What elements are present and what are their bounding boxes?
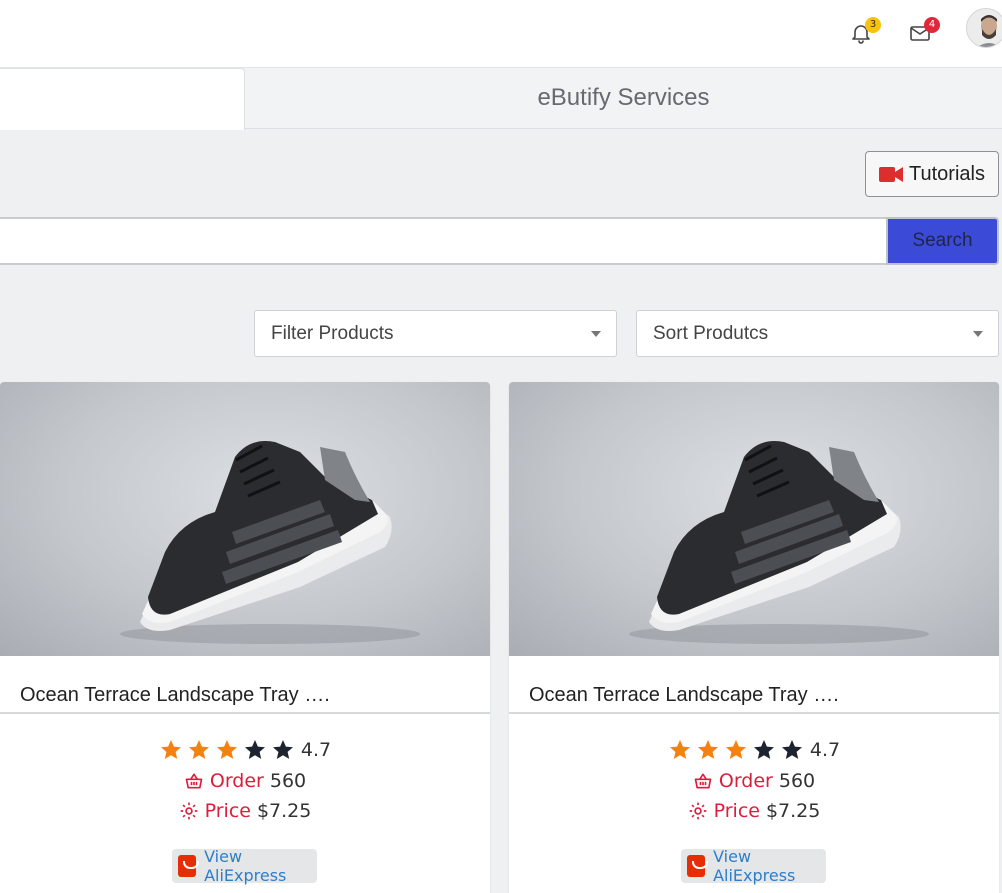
product-card[interactable]: Ocean Terrace Landscape Tray …. 4.7 Orde… — [0, 382, 490, 893]
price-row: Price $7.25 — [509, 800, 999, 822]
basket-icon — [694, 773, 712, 789]
price-value: $7.25 — [765, 800, 821, 822]
view-aliexpress-label: View AliExpress — [713, 847, 796, 885]
product-image[interactable] — [509, 382, 999, 656]
star-empty-icon — [780, 738, 806, 762]
messages-button[interactable]: 4 — [905, 17, 940, 48]
order-row: Order 560 — [509, 770, 999, 792]
tutorials-button[interactable]: Tutorials — [865, 151, 999, 197]
gear-icon — [180, 802, 197, 820]
chevron-down-icon — [591, 331, 601, 337]
order-label: Order — [718, 770, 773, 792]
price-label: Price — [713, 800, 760, 822]
rating-row: 4.7 — [0, 738, 490, 762]
star-filled-icon — [696, 738, 722, 762]
star-filled-icon — [215, 738, 241, 762]
order-value: 560 — [269, 770, 307, 792]
rating-value: 4.7 — [300, 739, 332, 761]
price-value: $7.25 — [256, 800, 312, 822]
view-aliexpress-label: View AliExpress — [204, 847, 287, 885]
filter-products-select[interactable]: Filter Products — [254, 310, 617, 357]
sort-products-label: Sort Produtcs — [653, 322, 769, 344]
sort-products-select[interactable]: Sort Produtcs — [636, 310, 999, 357]
chevron-down-icon — [973, 331, 983, 337]
gear-icon — [689, 802, 706, 820]
product-card[interactable]: Ocean Terrace Landscape Tray …. 4.7 Orde… — [509, 382, 999, 893]
basket-icon — [185, 773, 203, 789]
filter-products-label: Filter Products — [271, 322, 394, 344]
star-filled-icon — [668, 738, 694, 762]
notifications-button[interactable]: 3 — [846, 17, 881, 48]
tab-active[interactable] — [0, 68, 245, 130]
product-title[interactable]: Ocean Terrace Landscape Tray …. — [20, 684, 330, 707]
star-filled-icon — [724, 738, 750, 762]
rating-row: 4.7 — [509, 738, 999, 762]
view-aliexpress-button[interactable]: View AliExpress — [172, 847, 317, 885]
star-empty-icon — [271, 738, 297, 762]
star-empty-icon — [243, 738, 269, 762]
rating-value: 4.7 — [809, 739, 841, 761]
avatar[interactable] — [966, 8, 1002, 48]
service-tabs: eButify Services — [0, 68, 1002, 130]
sneaker-image — [120, 441, 420, 644]
user-avatar-icon — [967, 9, 1002, 47]
order-row: Order 560 — [0, 770, 490, 792]
search-button[interactable]: Search — [886, 217, 999, 265]
order-value: 560 — [778, 770, 816, 792]
messages-badge: 4 — [924, 17, 940, 33]
product-image[interactable] — [0, 382, 490, 656]
video-camera-icon — [879, 166, 904, 182]
view-aliexpress-button[interactable]: View AliExpress — [681, 847, 826, 885]
tutorials-label: Tutorials — [909, 162, 985, 185]
divider — [509, 712, 999, 714]
aliexpress-logo-icon — [178, 855, 200, 877]
price-row: Price $7.25 — [0, 800, 490, 822]
star-empty-icon — [752, 738, 778, 762]
product-title[interactable]: Ocean Terrace Landscape Tray …. — [529, 684, 839, 707]
star-filled-icon — [187, 738, 213, 762]
price-label: Price — [204, 800, 251, 822]
top-navbar: 3 4 — [0, 0, 1002, 68]
tab-ebutify-services[interactable]: eButify Services — [245, 68, 1002, 129]
sneaker-image — [629, 441, 929, 644]
notifications-badge: 3 — [865, 17, 881, 33]
order-label: Order — [209, 770, 264, 792]
divider — [0, 712, 490, 714]
search-input[interactable] — [0, 217, 888, 265]
aliexpress-logo-icon — [687, 855, 709, 877]
star-filled-icon — [159, 738, 185, 762]
